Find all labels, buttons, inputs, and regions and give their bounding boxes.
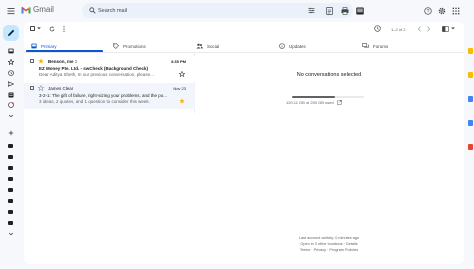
email-date: 3:35 PM bbox=[170, 59, 186, 64]
settings-gear-icon[interactable] bbox=[438, 7, 446, 15]
email-snippet: 3 ideas, 2 quotes, and 1 question to con… bbox=[39, 99, 150, 104]
star-icon[interactable] bbox=[38, 85, 44, 91]
label-tag-icon[interactable] bbox=[8, 221, 13, 225]
inbox-icon[interactable] bbox=[8, 48, 14, 54]
email-row[interactable]: James Clear Nov 23 3-2-1: The gift of fa… bbox=[24, 83, 195, 109]
people-icon bbox=[196, 43, 203, 49]
important-marker-icon[interactable] bbox=[38, 58, 44, 64]
label-tag-icon[interactable] bbox=[8, 210, 13, 214]
storage-progress-fill bbox=[292, 96, 336, 98]
more-chevron-icon[interactable] bbox=[8, 113, 14, 119]
storage-usage: 120.11 GB of 200 GB used bbox=[286, 100, 342, 105]
tab-forums[interactable]: Forums bbox=[362, 40, 388, 52]
timer-extension-icon[interactable] bbox=[374, 25, 381, 32]
search-options-icon[interactable] bbox=[308, 7, 315, 14]
add-label-icon[interactable] bbox=[8, 130, 14, 136]
tab-updates[interactable]: Updates bbox=[279, 40, 306, 52]
gmail-logo[interactable]: Gmail bbox=[21, 5, 54, 14]
forum-icon bbox=[362, 43, 369, 48]
sender-name: Benson, me bbox=[48, 59, 74, 64]
active-tab-indicator bbox=[26, 50, 103, 52]
app-title: Gmail bbox=[33, 5, 54, 14]
refresh-icon[interactable] bbox=[49, 26, 55, 32]
email-date: Nov 23 bbox=[173, 86, 186, 91]
row-checkbox[interactable] bbox=[30, 59, 34, 63]
account-activity-footer: Last account activity: 0 minutes ago Ope… bbox=[214, 235, 444, 253]
label-tag-icon[interactable] bbox=[8, 199, 13, 203]
starred-icon[interactable] bbox=[8, 59, 14, 65]
thread-count: 2 bbox=[74, 59, 78, 64]
select-dropdown-icon[interactable] bbox=[37, 27, 41, 30]
toolbar: 1–2 of 2 bbox=[24, 22, 464, 37]
compose-button[interactable] bbox=[3, 25, 19, 41]
email-sender: James Clear bbox=[48, 86, 74, 91]
main-panel: 1–2 of 2 Primary Promotions Social Updat… bbox=[24, 22, 464, 264]
label-tag-icon[interactable] bbox=[8, 166, 13, 170]
split-pane-dropdown-icon[interactable] bbox=[451, 27, 455, 30]
search-icon[interactable] bbox=[89, 7, 96, 14]
tab-label: Social bbox=[207, 43, 220, 49]
email-list: Benson, me 2 3:35 PM EZ Money Pte. Ltd. … bbox=[24, 53, 195, 113]
older-chevron-icon[interactable] bbox=[426, 26, 431, 32]
email-subject: EZ Money Pte. Ltd. - swCheck (Background… bbox=[39, 66, 149, 71]
tab-promotions[interactable]: Promotions bbox=[113, 40, 146, 52]
tab-label: Forums bbox=[373, 43, 389, 49]
open-in-new-icon[interactable] bbox=[336, 100, 342, 105]
print-extension-icon[interactable] bbox=[341, 7, 349, 15]
category-tabs: Primary Promotions Social Updates Forums bbox=[24, 40, 464, 53]
label-tag-icon[interactable] bbox=[8, 177, 13, 181]
tab-label: Promotions bbox=[123, 43, 146, 49]
newer-chevron-icon[interactable] bbox=[417, 26, 422, 32]
storage-progress-bar bbox=[292, 96, 364, 98]
snoozed-clock-icon[interactable] bbox=[8, 70, 14, 76]
empty-preview-message: No conversations selected bbox=[296, 72, 362, 78]
drafts-icon[interactable] bbox=[8, 92, 14, 98]
main-menu-icon[interactable] bbox=[7, 7, 15, 15]
calendar-app-icon[interactable] bbox=[468, 48, 473, 54]
screen-extension-icon[interactable] bbox=[356, 7, 364, 15]
tag-icon bbox=[113, 43, 119, 49]
starred-marker-icon[interactable] bbox=[179, 98, 185, 104]
tab-social[interactable]: Social bbox=[196, 40, 219, 52]
contacts-app-icon[interactable] bbox=[468, 120, 473, 126]
email-row[interactable]: Benson, me 2 3:35 PM EZ Money Pte. Ltd. … bbox=[24, 56, 195, 82]
email-snippet: Dear Aditya Sheth, In our previous conve… bbox=[39, 72, 154, 77]
gmail-m-icon bbox=[21, 6, 31, 13]
tasks-app-icon[interactable] bbox=[468, 96, 473, 102]
search-input[interactable] bbox=[98, 6, 298, 15]
pencil-icon bbox=[8, 29, 15, 36]
info-icon bbox=[279, 43, 285, 49]
inbox-icon bbox=[31, 43, 37, 49]
keep-app-icon[interactable] bbox=[468, 72, 473, 78]
help-icon[interactable]: ? bbox=[424, 7, 432, 15]
row-checkbox[interactable] bbox=[30, 86, 34, 90]
tab-label: Primary bbox=[41, 43, 57, 49]
sent-icon[interactable] bbox=[8, 81, 14, 87]
split-pane-icon[interactable] bbox=[442, 26, 449, 32]
label-tag-icon[interactable] bbox=[8, 155, 13, 159]
more-chevron-icon[interactable] bbox=[8, 231, 14, 237]
select-all-checkbox[interactable] bbox=[30, 26, 35, 31]
important-label-icon[interactable] bbox=[8, 102, 14, 108]
document-extension-icon[interactable] bbox=[326, 7, 333, 15]
tab-label: Updates bbox=[289, 43, 306, 49]
svg-text:?: ? bbox=[427, 9, 430, 15]
email-sender: Benson, me 2 bbox=[48, 59, 77, 64]
top-bar: Gmail ? bbox=[0, 0, 474, 22]
addon-app-icon[interactable] bbox=[468, 144, 473, 150]
label-tag-icon[interactable] bbox=[8, 144, 13, 148]
email-subject: 3-2-1: The gift of failure, right-sizing… bbox=[39, 93, 167, 98]
apps-grid-icon[interactable] bbox=[452, 7, 460, 15]
label-tag-icon[interactable] bbox=[8, 188, 13, 192]
more-options-icon[interactable] bbox=[63, 26, 65, 32]
pagination-text: 1–2 of 2 bbox=[391, 27, 406, 32]
policy-links[interactable]: Terms · Privacy · Program Policies bbox=[214, 247, 444, 253]
storage-usage-text: 120.11 GB of 200 GB used bbox=[286, 100, 334, 105]
star-icon[interactable] bbox=[179, 71, 185, 77]
